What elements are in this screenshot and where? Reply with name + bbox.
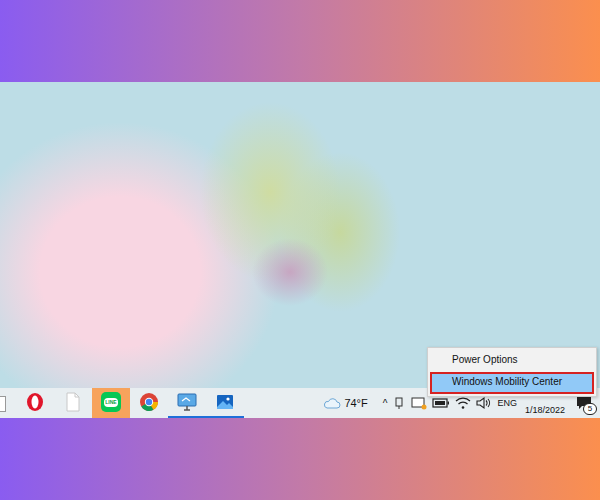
taskbar-app[interactable]: LINE <box>92 388 130 418</box>
context-menu: Power OptionsWindows Mobility Center <box>427 347 597 397</box>
show-hidden-icons[interactable]: ^ <box>383 398 388 409</box>
line-label: LINE <box>104 398 117 407</box>
taskbar-apps: LINE <box>0 388 244 418</box>
wifi-icon[interactable] <box>455 396 471 410</box>
partial-app-icon[interactable] <box>0 396 6 412</box>
gradient-band <box>0 418 600 500</box>
photos-icon <box>215 392 235 412</box>
battery-icon[interactable] <box>432 397 450 409</box>
gradient-band <box>0 0 600 82</box>
taskbar-app[interactable] <box>130 388 168 418</box>
opera-icon <box>25 392 45 412</box>
speaker-icon[interactable] <box>476 396 492 410</box>
wallpaper <box>0 82 600 388</box>
desktop-screenshot: LINE74°F^ENG1/18/20225Power OptionsWindo… <box>0 82 600 418</box>
app-tray-icon[interactable] <box>411 396 427 410</box>
language-indicator[interactable]: ENG <box>497 398 517 408</box>
notification-count: 5 <box>583 403 597 415</box>
taskbar-app[interactable] <box>54 388 92 418</box>
chrome-icon <box>139 392 159 412</box>
taskbar-app[interactable] <box>206 388 244 418</box>
usb-icon[interactable] <box>392 396 406 410</box>
cloud-icon <box>323 396 341 410</box>
line-icon: LINE <box>101 392 121 412</box>
weather-widget[interactable]: 74°F <box>323 396 367 410</box>
page: LINE74°F^ENG1/18/20225Power OptionsWindo… <box>0 0 600 500</box>
file-icon <box>64 392 82 412</box>
temperature: 74°F <box>344 397 367 409</box>
menu-item[interactable]: Windows Mobility Center <box>430 372 594 394</box>
clock-date[interactable]: 1/18/2022 <box>525 405 565 418</box>
taskbar-app[interactable] <box>16 388 54 418</box>
taskbar-app[interactable] <box>168 388 206 418</box>
menu-item[interactable]: Power Options <box>430 350 594 372</box>
remote-desktop-icon <box>176 392 198 412</box>
notification-button[interactable]: 5 <box>576 396 592 410</box>
